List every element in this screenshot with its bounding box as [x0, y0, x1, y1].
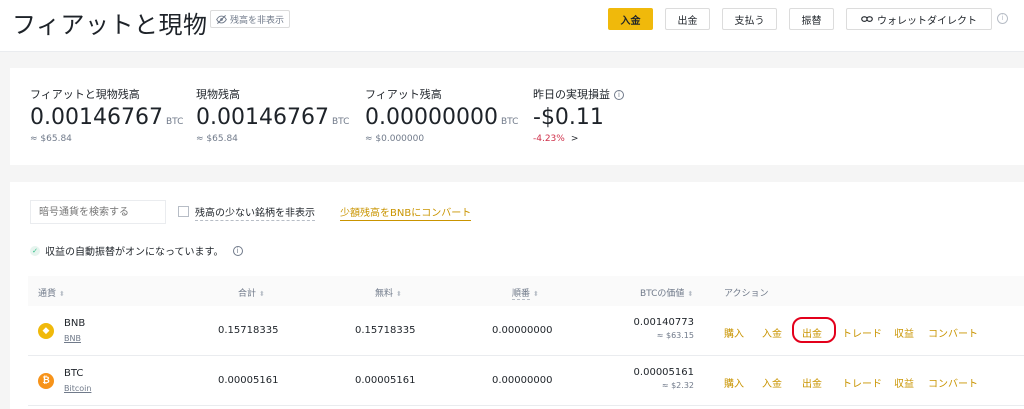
convert-link[interactable]: コンバート [928, 375, 978, 390]
sort-icon: ⬍ [396, 290, 402, 298]
spot-fiat: ≈ $65.84 [196, 134, 238, 144]
header-in-order[interactable]: 順番 ⬍ [512, 286, 539, 300]
fiat-balance: フィアット残高 0.00000000 BTC ≈ $0.000000 [365, 86, 518, 144]
total-fiat: ≈ $65.84 [30, 134, 72, 144]
spot-balance: 現物残高 0.00146767 BTC ≈ $65.84 [196, 86, 349, 144]
cell-btc-value: 0.00140773 ≈ $63.15 [634, 317, 694, 340]
coin-symbol: BNB [64, 318, 86, 329]
usd-value: ≈ $2.32 [661, 381, 694, 390]
usd-value: ≈ $63.15 [656, 331, 694, 340]
info-icon[interactable]: i [232, 245, 243, 256]
buy-link[interactable]: 購入 [724, 325, 744, 340]
page-title: フィアットと現物 [12, 11, 208, 39]
sort-icon: ⬍ [687, 290, 694, 298]
header-total-label: 合計 [238, 289, 257, 299]
wallet-direct-label: ウォレットダイレクト [877, 15, 977, 27]
link-icon [861, 16, 873, 22]
earn-link[interactable]: 収益 [894, 325, 914, 340]
fiat-value-number: 0.00000000 [365, 105, 498, 130]
hide-balance-button[interactable]: 残高を非表示 [210, 10, 291, 28]
buy-link[interactable]: 購入 [724, 375, 744, 390]
header-available-label: 無料 [375, 289, 394, 299]
cell-in-order: 0.00000000 [492, 375, 553, 386]
pnl-label-row: 昨日の実現損益 i [533, 86, 624, 102]
header-in-order-label: 順番 [512, 289, 531, 300]
info-icon[interactable]: i [997, 13, 1008, 24]
header-coin-label: 通貨 [38, 289, 57, 299]
cell-total: 0.00005161 [218, 375, 279, 386]
sort-icon: ⬍ [59, 290, 65, 298]
cell-available: 0.00005161 [355, 375, 416, 386]
bnb-icon: ◆ [38, 323, 54, 339]
hide-small-label[interactable]: 残高の少ない銘柄を非表示 [195, 204, 315, 221]
sort-icon: ⬍ [533, 290, 539, 298]
auto-transfer-note: ✓ 収益の自動振替がオンになっています。 i [30, 243, 243, 258]
transfer-button[interactable]: 振替 [789, 8, 834, 30]
pay-button[interactable]: 支払う [722, 8, 777, 30]
withdraw-link[interactable]: 出金 [802, 375, 822, 390]
total-value-number: 0.00146767 [30, 105, 163, 130]
header-coin[interactable]: 通貨 ⬍ [38, 286, 65, 299]
deposit-button[interactable]: 入金 [608, 8, 653, 30]
table-row: ₿ BTC Bitcoin 0.00005161 0.00005161 0.00… [28, 356, 1024, 406]
coin-symbol: BTC [64, 368, 84, 379]
coin-name-link[interactable]: Bitcoin [64, 384, 91, 393]
check-icon: ✓ [30, 245, 40, 256]
convert-link[interactable]: コンバート [928, 325, 978, 340]
withdraw-button[interactable]: 出金 [665, 8, 710, 30]
header-available[interactable]: 無料 ⬍ [375, 286, 402, 299]
highlight-circle [792, 317, 836, 343]
trade-link[interactable]: トレード [842, 375, 882, 390]
btc-value: 0.00005161 [633, 367, 694, 378]
header-action: アクション [724, 289, 769, 299]
earn-link[interactable]: 収益 [894, 375, 914, 390]
header-total[interactable]: 合計 ⬍ [238, 286, 265, 299]
deposit-link[interactable]: 入金 [762, 375, 782, 390]
bitcoin-icon: ₿ [38, 373, 54, 389]
search-input[interactable] [30, 200, 166, 224]
header-btc-value[interactable]: BTCの価値 ⬍ [640, 286, 693, 299]
wallet-direct-button[interactable]: ウォレットダイレクト [846, 8, 992, 30]
fiat-unit: BTC [500, 117, 519, 127]
eye-slash-icon [216, 14, 227, 24]
spot-unit: BTC [331, 117, 350, 127]
spot-value-number: 0.00146767 [196, 105, 329, 130]
page-header: フィアットと現物 残高を非表示 入金 出金 支払う 振替 ウォレットダイレクト … [0, 0, 1024, 52]
total-balance-label: フィアットと現物残高 [30, 88, 140, 101]
deposit-link[interactable]: 入金 [762, 325, 782, 340]
hide-small-checkbox[interactable] [178, 206, 189, 217]
table-header: 通貨 ⬍ 合計 ⬍ 無料 ⬍ 順番 ⬍ BTCの価値 ⬍ アクション [28, 276, 1024, 306]
assets-panel: 残高の少ない銘柄を非表示 少額残高をBNBにコンバート ✓ 収益の自動振替がオン… [10, 182, 1024, 409]
pnl-change: -4.23% [533, 134, 565, 144]
total-balance: フィアットと現物残高 0.00146767 BTC ≈ $65.84 [30, 86, 183, 144]
auto-transfer-text: 収益の自動振替がオンになっています。 [45, 247, 224, 258]
cell-available: 0.15718335 [355, 325, 416, 336]
coin-name-link[interactable]: BNB [64, 334, 81, 343]
chevron-right-icon[interactable]: > [571, 134, 579, 144]
total-unit: BTC [165, 117, 184, 127]
sort-icon: ⬍ [259, 290, 265, 298]
total-balance-value: 0.00146767 BTC [30, 105, 183, 130]
convert-small-link[interactable]: 少額残高をBNBにコンバート [340, 204, 472, 221]
header-btc-value-label: BTCの価値 [640, 289, 685, 299]
cell-in-order: 0.00000000 [492, 325, 553, 336]
cell-btc-value: 0.00005161 ≈ $2.32 [634, 367, 694, 390]
pnl-change-row[interactable]: -4.23% > [533, 134, 624, 144]
fiat-balance-label: フィアット残高 [365, 88, 442, 101]
btc-value: 0.00140773 [633, 317, 694, 328]
pnl-summary: 昨日の実現損益 i -$0.11 -4.23% > [533, 86, 624, 144]
info-icon[interactable]: i [614, 90, 624, 100]
spot-balance-value: 0.00146767 BTC [196, 105, 349, 130]
fiat-balance-value: 0.00000000 BTC [365, 105, 518, 130]
trade-link[interactable]: トレード [842, 325, 882, 340]
spot-balance-label: 現物残高 [196, 88, 240, 101]
cell-total: 0.15718335 [218, 325, 279, 336]
table-row: ◆ BNB BNB 0.15718335 0.15718335 0.000000… [28, 306, 1024, 356]
fiat-fiat: ≈ $0.000000 [365, 134, 425, 144]
pnl-label: 昨日の実現損益 [533, 88, 610, 101]
hide-balance-label: 残高を非表示 [230, 15, 285, 26]
balance-summary: フィアットと現物残高 0.00146767 BTC ≈ $65.84 現物残高 0… [10, 68, 1024, 165]
pnl-value: -$0.11 [533, 105, 604, 130]
